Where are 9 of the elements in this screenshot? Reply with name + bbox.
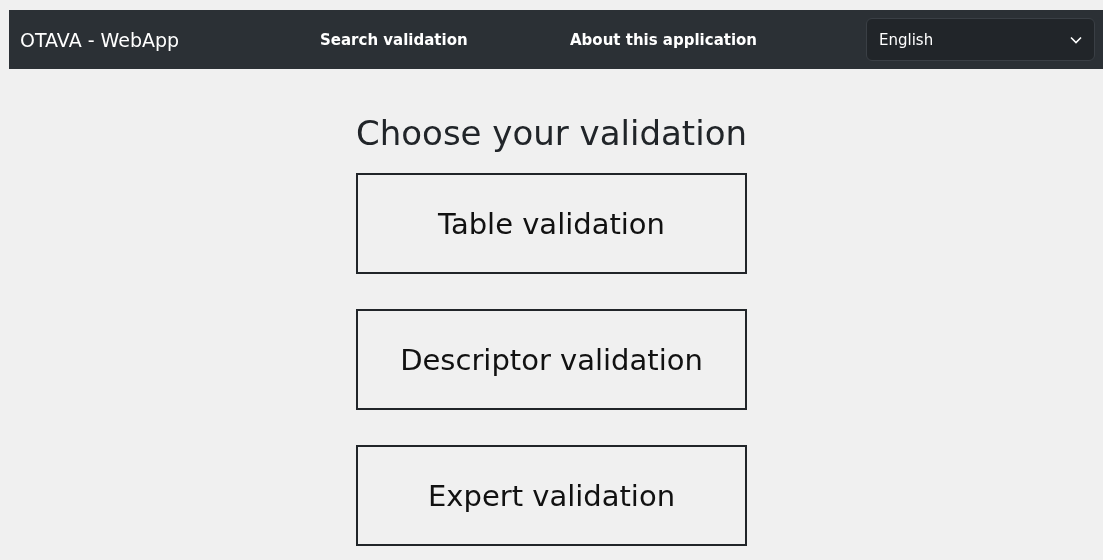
chevron-down-icon — [1070, 35, 1082, 44]
language-select[interactable]: English — [866, 18, 1095, 61]
validation-option-button[interactable]: Table validation — [356, 173, 747, 274]
page-heading: Choose your validation — [356, 113, 747, 153]
validation-option-button[interactable]: Expert validation — [356, 445, 747, 546]
nav-link[interactable]: About this application — [570, 30, 850, 49]
validation-option-button[interactable]: Descriptor validation — [356, 309, 747, 410]
nav-link[interactable]: Search validation — [320, 30, 570, 49]
brand-link[interactable]: OTAVA - WebApp — [20, 28, 320, 51]
